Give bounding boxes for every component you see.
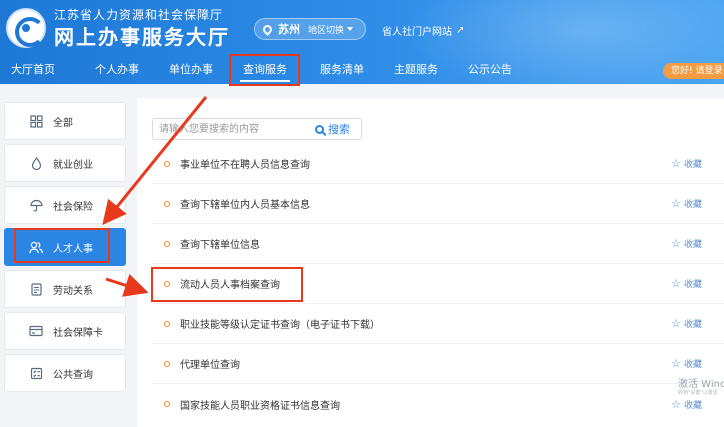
activation-watermark: 激活 Windo <box>678 379 724 390</box>
annotation-arrow-to-list <box>105 273 149 297</box>
activation-watermark-hint: 转到"设置"以激活 <box>678 390 718 396</box>
annotation-arrows <box>102 96 208 297</box>
annotation-arrow-to-sidebar <box>102 96 208 225</box>
